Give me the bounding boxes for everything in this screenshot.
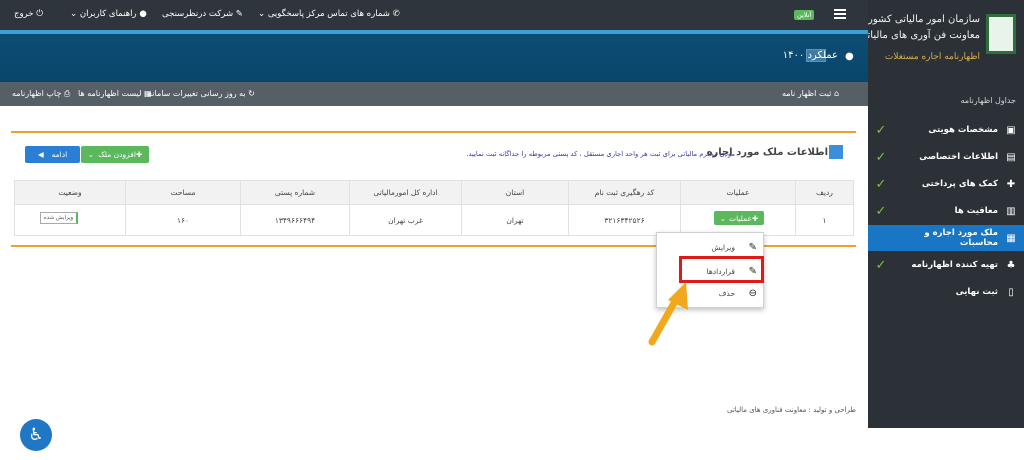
action-toolbar: ⌂ ثبت اظهار نامه ↻ به روز رسانی تغییرات … xyxy=(0,82,868,106)
home-icon: ⌂ xyxy=(833,89,840,98)
sidebar-item-label: ملک مورد اجاره و محاسبات xyxy=(924,228,998,248)
sidebar-item-exemptions[interactable]: ▥ معافیت ها ✓ xyxy=(868,198,1024,224)
cell-tracking-code: ۳۲۱۶۳۴۲۵۲۶ xyxy=(568,204,681,236)
file-icon: ▯ xyxy=(1008,286,1014,298)
sidebar-item-label: تهیه کننده اظهارنامه xyxy=(911,260,998,270)
header-stripe xyxy=(0,30,868,34)
column-header: اداره کل امورمالیاتی xyxy=(349,180,462,205)
chevron-down-icon: ⌄ xyxy=(87,150,95,159)
document-icon: ▤ xyxy=(1006,151,1016,163)
percent-icon: ▥ xyxy=(1006,205,1016,217)
org-name-line2: معاونت فن آوری های مالیاتی xyxy=(859,30,980,41)
logout-link[interactable]: ⏻ خروج xyxy=(14,9,43,19)
cell-postal-code: ۱۳۴۹۶۶۶۴۹۴ xyxy=(240,204,350,236)
column-header: ردیف xyxy=(795,180,854,205)
declarations-list-link[interactable]: ▦ لیست اظهارنامه ها xyxy=(78,89,152,98)
sitemap-icon: ♣ xyxy=(1006,259,1016,271)
highlight-annotation xyxy=(679,256,764,283)
sidebar-item-label: ثبت نهایی xyxy=(955,287,998,297)
check-icon: ✓ xyxy=(875,149,887,165)
check-icon: ✓ xyxy=(875,203,887,219)
sidebar-item-label: مشخصات هویتی xyxy=(928,125,998,135)
sidebar-item-identity[interactable]: ▣ مشخصات هویتی ✓ xyxy=(868,117,1024,143)
cell-area: ۱۶۰ xyxy=(125,204,241,236)
submit-declaration-link[interactable]: ⌂ ثبت اظهار نامه xyxy=(782,89,839,98)
column-header: استان xyxy=(461,180,569,205)
sidebar-section-title: جداول اظهارنامه xyxy=(960,96,1016,105)
add-property-button[interactable]: ✚ افزودن ملک ⌄ xyxy=(81,146,149,163)
edit-icon: ✎ xyxy=(748,241,757,253)
refresh-icon: ↻ xyxy=(248,89,255,98)
print-declaration-link[interactable]: ⎙ چاپ اظهارنامه xyxy=(12,89,70,99)
footer-bar xyxy=(0,428,1024,460)
top-navbar: آنلاین ✆ شماره های تماس مرکز پاسخگویی ⌄ … xyxy=(0,0,868,30)
column-header: وضعیت xyxy=(14,180,126,205)
column-header: شماره پستی xyxy=(240,180,350,205)
sidebar-item-leased-property[interactable]: ▦ ملک مورد اجاره و محاسبات xyxy=(868,225,1024,251)
plus-icon: ✚ xyxy=(135,150,143,159)
building-icon xyxy=(829,145,843,159)
check-icon: ✓ xyxy=(875,257,887,273)
comment-icon: ● xyxy=(139,9,147,19)
sidebar-item-label: کمک های پرداختی xyxy=(921,179,998,189)
page-title: عملکرد ۱۴۰۰ xyxy=(782,50,838,61)
cell-tax-office: غرب تهران xyxy=(349,204,462,236)
chevron-down-icon: ⌄ xyxy=(70,9,78,19)
arrow-circle-left-icon: ◀ xyxy=(37,150,44,159)
check-icon: ✓ xyxy=(875,176,887,192)
sidebar-item-payments[interactable]: ✚ کمک های پرداختی ✓ xyxy=(868,171,1024,197)
menu-toggle-icon[interactable] xyxy=(834,9,846,19)
org-name-line1: سازمان امور مالیاتی کشور xyxy=(868,14,980,25)
cell-province: تهران xyxy=(461,204,569,236)
sidebar-item-label: معافیت ها xyxy=(954,206,998,216)
edit-icon: ✎ xyxy=(235,9,243,19)
continue-button[interactable]: ادامه ◀ xyxy=(25,146,80,163)
refresh-link[interactable]: ↻ به روز رسانی تغییرات سامانه xyxy=(148,89,255,98)
property-table: ردیف عملیات کد رهگیری ثبت نام استان ادار… xyxy=(14,180,854,236)
accessibility-button[interactable]: ♿ xyxy=(20,419,52,451)
system-name: اظهارنامه اجاره مستغلات xyxy=(884,52,980,62)
survey-link[interactable]: ✎ شرکت درنظرسنجی xyxy=(162,9,243,19)
panel-note: مودی محترم مالیاتی برای ثبت هر واحد اجار… xyxy=(466,150,735,158)
annotation-arrow xyxy=(648,282,688,346)
cell-index: ۱ xyxy=(795,204,854,236)
menu-item-edit[interactable]: ✎ ویرایش xyxy=(657,237,765,257)
sidebar-item-final-submit[interactable]: ▯ ثبت نهایی xyxy=(868,279,1024,305)
table-icon: ▦ xyxy=(143,89,152,98)
user-icon: ● xyxy=(845,51,854,62)
minus-circle-icon: ⊖ xyxy=(748,287,757,299)
print-icon: ⎙ xyxy=(63,89,71,98)
building-icon: ▦ xyxy=(1006,232,1016,244)
chevron-down-icon: ⌄ xyxy=(719,213,727,223)
sidebar-item-label: اطلاعات اختصاصی xyxy=(919,152,998,162)
column-header: کد رهگیری ثبت نام xyxy=(568,180,681,205)
column-header: مساحت xyxy=(125,180,241,205)
sidebar-item-specific-info[interactable]: ▤ اطلاعات اختصاصی ✓ xyxy=(868,144,1024,170)
check-icon: ✓ xyxy=(875,122,887,138)
tax-organization-logo xyxy=(986,14,1016,54)
sidebar-item-preparer[interactable]: ♣ تهیه کننده اظهارنامه ✓ xyxy=(868,252,1024,278)
medkit-icon: ✚ xyxy=(1006,178,1016,190)
wheelchair-icon: ♿ xyxy=(28,425,44,445)
chevron-down-icon: ⌄ xyxy=(258,9,266,19)
sidebar: سازمان امور مالیاتی کشور معاونت فن آوری … xyxy=(859,0,1024,428)
status-badge: ویرایش شده xyxy=(40,212,78,224)
footer-credits: طراحی و تولید : معاونت فناوری های مالیات… xyxy=(727,406,856,414)
table-header-row: ردیف عملیات کد رهگیری ثبت نام استان ادار… xyxy=(14,180,854,205)
online-status-badge: آنلاین xyxy=(794,10,815,20)
column-header: عملیات xyxy=(680,180,796,205)
phone-icon: ✆ xyxy=(392,9,400,19)
power-icon: ⏻ xyxy=(36,9,43,19)
contact-numbers-menu[interactable]: ✆ شماره های تماس مرکز پاسخگویی ⌄ xyxy=(258,9,400,19)
row-operations-button[interactable]: ✚ عملیات ⌄ xyxy=(714,211,764,225)
id-card-icon: ▣ xyxy=(1006,124,1016,136)
logo-area: سازمان امور مالیاتی کشور معاونت فن آوری … xyxy=(859,0,1024,80)
gear-icon: ✚ xyxy=(751,213,759,223)
panel-title: اطلاعات ملک مورد اجاره xyxy=(706,147,828,158)
user-guide-menu[interactable]: ● راهنمای کاربران ⌄ xyxy=(70,9,147,19)
